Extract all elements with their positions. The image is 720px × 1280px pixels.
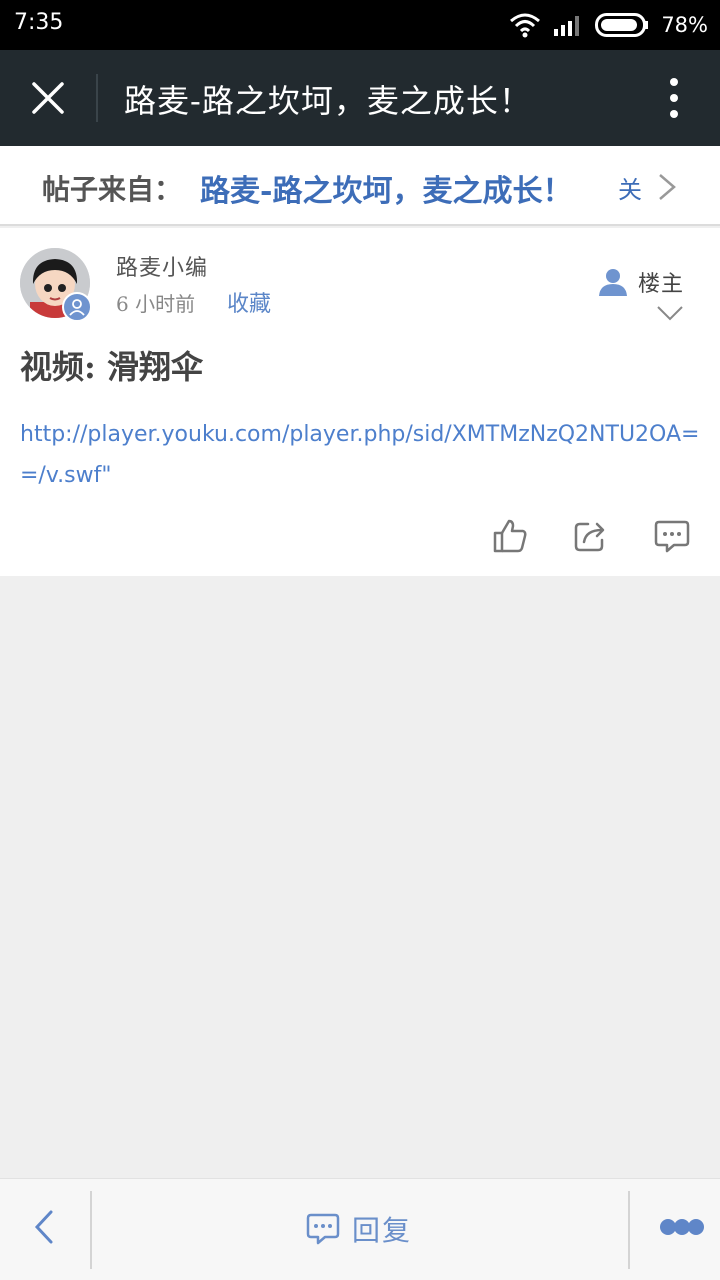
status-icons: 78% xyxy=(509,10,708,40)
reply-button[interactable]: 回复 xyxy=(306,1209,412,1249)
bottom-divider xyxy=(90,1191,92,1269)
title-divider xyxy=(96,74,98,122)
share-icon xyxy=(574,522,605,552)
source-label: 帖子来自： xyxy=(42,173,183,206)
follow-button[interactable]: 关 xyxy=(618,170,642,205)
bottom-bar: 回复 xyxy=(0,1178,720,1280)
page-title: 路麦-路之坎坷，麦之成长！ xyxy=(124,82,532,120)
chevron-left-icon xyxy=(34,1210,53,1244)
status-time: 7:35 xyxy=(14,10,64,35)
post-time: 6 小时前 xyxy=(116,292,196,316)
op-label: 楼主 xyxy=(638,272,685,297)
close-button[interactable] xyxy=(20,70,76,126)
post-title: 视频: 滑翔伞 xyxy=(20,348,203,386)
reply-label: 回复 xyxy=(352,1214,413,1247)
user-badge-icon xyxy=(62,292,92,322)
post-link[interactable]: http://player.youku.com/player.php/sid/X… xyxy=(20,414,700,496)
post-card: 路麦小编 6 小时前 收藏 楼主 视频: 滑翔伞 http://player.y… xyxy=(0,228,720,576)
chevron-down-icon[interactable] xyxy=(656,304,684,322)
back-button[interactable] xyxy=(22,1205,66,1249)
close-icon xyxy=(32,82,64,114)
more-menu-button[interactable] xyxy=(660,1219,704,1235)
battery-percent: 78% xyxy=(661,13,708,37)
comment-button[interactable] xyxy=(652,516,692,556)
op-badge: 楼主 xyxy=(598,266,684,298)
battery-icon xyxy=(595,13,649,37)
more-options-button[interactable] xyxy=(664,72,684,124)
status-bar: 7:35 78% xyxy=(0,0,720,50)
signal-icon xyxy=(554,16,580,36)
like-button[interactable] xyxy=(490,516,530,556)
more-dot-icon xyxy=(670,110,678,118)
share-button[interactable] xyxy=(570,516,610,556)
reply-icon xyxy=(306,1213,340,1245)
avatar[interactable] xyxy=(20,248,92,322)
author-name[interactable]: 路麦小编 xyxy=(116,250,208,282)
person-icon xyxy=(599,269,627,296)
comment-icon xyxy=(654,520,690,553)
more-dot-icon xyxy=(670,78,678,86)
menu-dot-icon xyxy=(688,1219,704,1235)
bottom-divider xyxy=(628,1191,630,1269)
wifi-icon xyxy=(510,13,541,38)
chevron-right-icon[interactable] xyxy=(656,172,678,202)
source-bar[interactable]: 帖子来自： 路麦-路之坎坷，麦之成长！ 关 xyxy=(0,146,720,226)
favorite-button[interactable]: 收藏 xyxy=(227,286,271,318)
title-bar: 路麦-路之坎坷，麦之成长！ xyxy=(0,50,720,146)
thumbs-up-icon xyxy=(493,519,527,553)
source-forum-name[interactable]: 路麦-路之坎坷，麦之成长！ xyxy=(200,166,572,210)
more-dot-icon xyxy=(670,94,678,102)
